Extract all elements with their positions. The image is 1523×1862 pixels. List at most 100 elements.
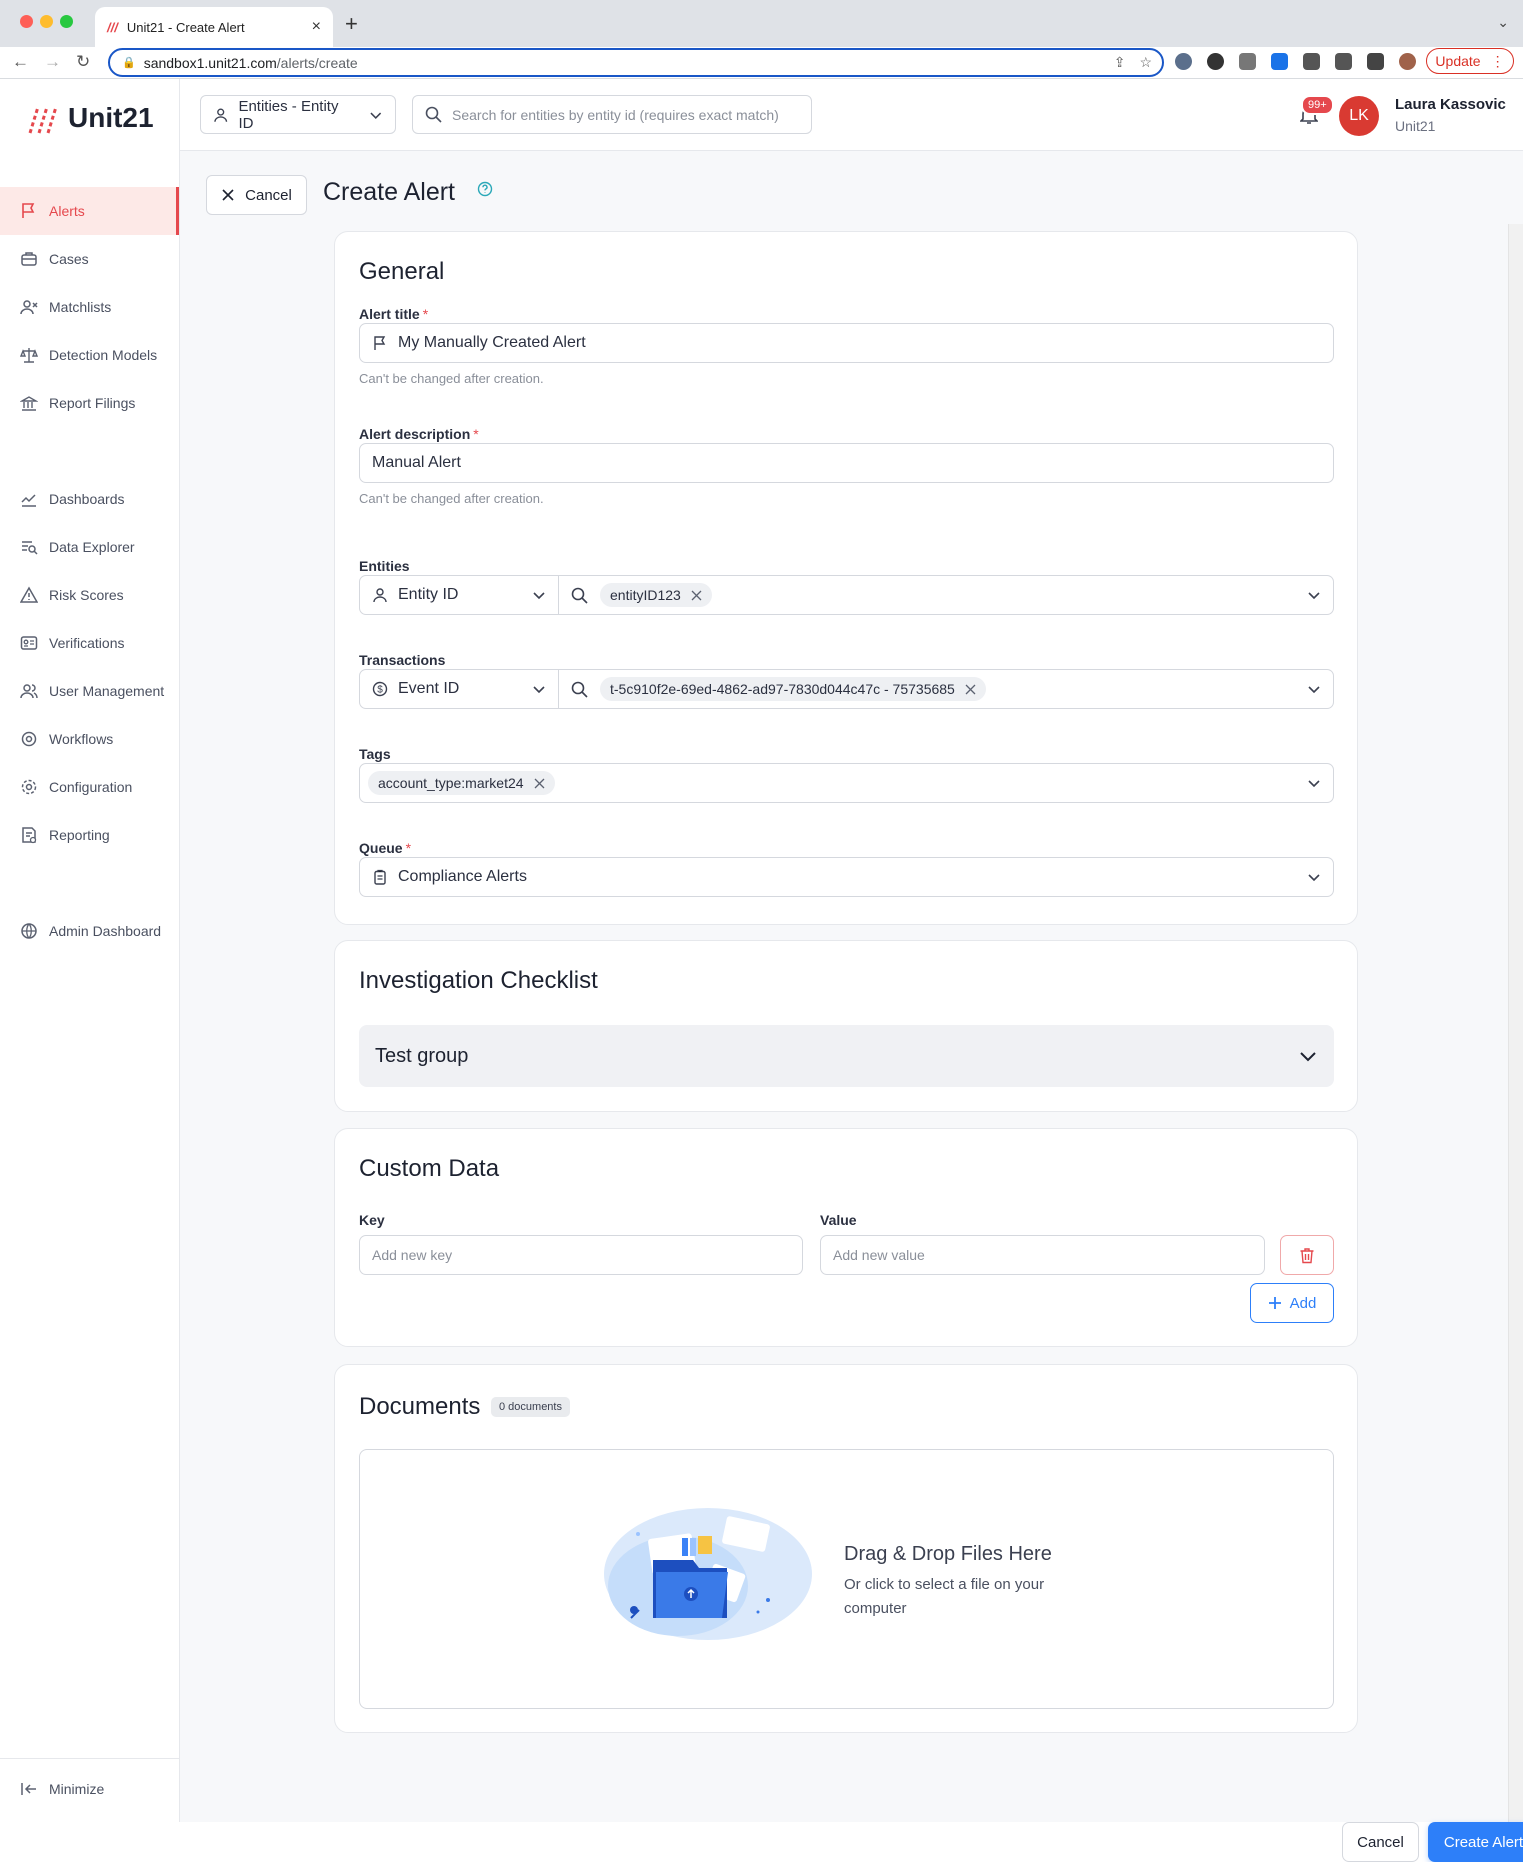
puzzle-icon[interactable] [1303,53,1320,70]
transactions-type-select[interactable]: $ Event ID [359,669,559,709]
chevron-down-icon[interactable] [1307,588,1321,602]
chevron-down-icon [1308,874,1320,882]
tags-input[interactable]: account_type:market24 [359,763,1334,803]
transactions-search-input[interactable]: t-5c910f2e-69ed-4862-ad97-7830d044c47c -… [558,669,1334,709]
entities-search-input[interactable]: entityID123 [558,575,1334,615]
line-chart-icon [21,494,36,507]
url-host: sandbox1.unit21.com [143,54,277,71]
alert-title-field[interactable]: My Manually Created Alert [359,323,1334,363]
help-icon[interactable] [477,181,493,197]
scrollbar[interactable] [1508,224,1523,1822]
sidebar-item-verifications[interactable]: Verifications [0,619,179,667]
avatar[interactable]: LK [1339,96,1379,136]
sidebar-item-matchlists[interactable]: Matchlists [0,283,179,331]
file-dropzone[interactable]: Drag & Drop Files Here Or click to selec… [359,1449,1334,1709]
address-bar[interactable]: 🔒 sandbox1.unit21.com /alerts/create ⇪ ☆ [108,48,1164,77]
extension-2-icon[interactable] [1207,53,1224,70]
queue-label: Queue * [359,840,411,856]
sidebar-item-label: Workflows [49,731,114,747]
bookmark-star-icon[interactable]: ☆ [1139,54,1152,71]
browser-tab[interactable]: /// Unit21 - Create Alert × [95,7,333,47]
users-icon [20,684,38,699]
search-placeholder: Search for entities by entity id (requir… [452,106,779,123]
create-alert-label: Create Alert [1443,1833,1523,1851]
sidebar-item-label: Risk Scores [49,587,124,603]
custom-value-input[interactable]: Add new value [820,1235,1265,1275]
sidebar-item-label: Alerts [49,203,85,219]
extension-1-icon[interactable] [1175,53,1192,70]
app-root: Unit21 Alerts Cases Matchlists Detection… [0,79,1523,1862]
report-icon [22,827,37,844]
alert-title-value: My Manually Created Alert [398,334,586,351]
sidebar-item-workflows[interactable]: Workflows [0,715,179,763]
reading-list-icon[interactable] [1335,53,1352,70]
sidebar-item-data-explorer[interactable]: Data Explorer [0,523,179,571]
tag-chip-label: account_type:market24 [378,775,524,791]
user-name[interactable]: Laura Kassovic [1395,96,1506,113]
entity-type-select[interactable]: Entities - Entity ID [200,95,396,134]
chevron-down-icon[interactable] [1307,682,1321,696]
share-icon[interactable]: ⇪ [1114,54,1126,71]
chevron-down-icon[interactable] [1307,776,1321,790]
reload-icon[interactable]: ↻ [76,52,90,72]
tag-chip: account_type:market24 [368,771,555,795]
forward-icon[interactable]: → [44,52,61,72]
flag-icon [374,336,386,350]
chip-remove-icon[interactable] [965,684,976,695]
queue-select[interactable]: Compliance Alerts [359,857,1334,897]
logo-text: Unit21 [68,102,154,133]
user-x-icon [20,300,38,315]
general-card: General Alert title * My Manually Created… [334,231,1358,925]
update-button[interactable]: Update ⋮ [1426,48,1514,74]
sidebar-item-risk-scores[interactable]: Risk Scores [0,571,179,619]
sidebar-item-reporting[interactable]: Reporting [0,811,179,859]
delete-row-button[interactable] [1280,1235,1334,1275]
sidebar-item-alerts[interactable]: Alerts [0,187,179,235]
window-maximize-dot[interactable] [60,15,73,28]
entities-type-select[interactable]: Entity ID [359,575,559,615]
window-close-dot[interactable] [20,15,33,28]
cancel-button[interactable]: Cancel [206,175,307,215]
window-minimize-dot[interactable] [40,15,53,28]
back-icon[interactable]: ← [12,52,29,72]
chip-remove-icon[interactable] [534,778,545,789]
alert-description-field[interactable]: Manual Alert [359,443,1334,483]
key-label: Key [359,1212,385,1228]
required-marker: * [422,306,429,322]
page-title: Create Alert [323,178,456,206]
sidebar-item-report-filings[interactable]: Report Filings [0,379,179,427]
search-icon [571,587,588,604]
sidebar-item-detection-models[interactable]: Detection Models [0,331,179,379]
transaction-chip-label: t-5c910f2e-69ed-4862-ad97-7830d044c47c -… [610,681,955,697]
sidebar-minimize-button[interactable]: Minimize [0,1765,179,1813]
add-label: Add [1289,1294,1317,1312]
sidebar-item-cases[interactable]: Cases [0,235,179,283]
tab-close-icon[interactable]: × [312,18,321,36]
sidebar-item-configuration[interactable]: Configuration [0,763,179,811]
sidebar-item-user-management[interactable]: User Management [0,667,179,715]
chip-remove-icon[interactable] [691,590,702,601]
create-alert-button[interactable]: Create Alert [1428,1822,1523,1862]
required-marker: * [405,840,412,856]
transactions-label: Transactions [359,652,446,668]
extension-3-icon[interactable] [1239,53,1256,70]
alert-description-label: Alert description * [359,426,479,442]
unit21-logo[interactable]: Unit21 [26,101,154,135]
clipboard-icon [374,869,386,885]
sidebar-item-dashboards[interactable]: Dashboards [0,475,179,523]
bank-icon [20,396,38,411]
side-panel-icon[interactable] [1367,53,1384,70]
entity-search-input[interactable]: Search for entities by entity id (requir… [412,95,812,134]
new-tab-icon[interactable]: + [345,11,358,37]
checklist-group-accordion[interactable]: Test group [359,1025,1334,1087]
download-extension-icon[interactable] [1271,53,1288,70]
add-custom-data-button[interactable]: Add [1250,1283,1334,1323]
sidebar: Unit21 Alerts Cases Matchlists Detection… [0,79,180,1822]
profile-avatar-icon[interactable] [1399,53,1416,70]
tab-list-chevron-icon[interactable]: ⌄ [1497,14,1509,31]
sidebar-item-label: Reporting [49,827,110,843]
custom-key-input[interactable]: Add new key [359,1235,803,1275]
footer-cancel-button[interactable]: Cancel [1342,1822,1419,1862]
value-label: Value [820,1212,857,1228]
sidebar-item-admin-dashboard[interactable]: Admin Dashboard [0,907,179,955]
